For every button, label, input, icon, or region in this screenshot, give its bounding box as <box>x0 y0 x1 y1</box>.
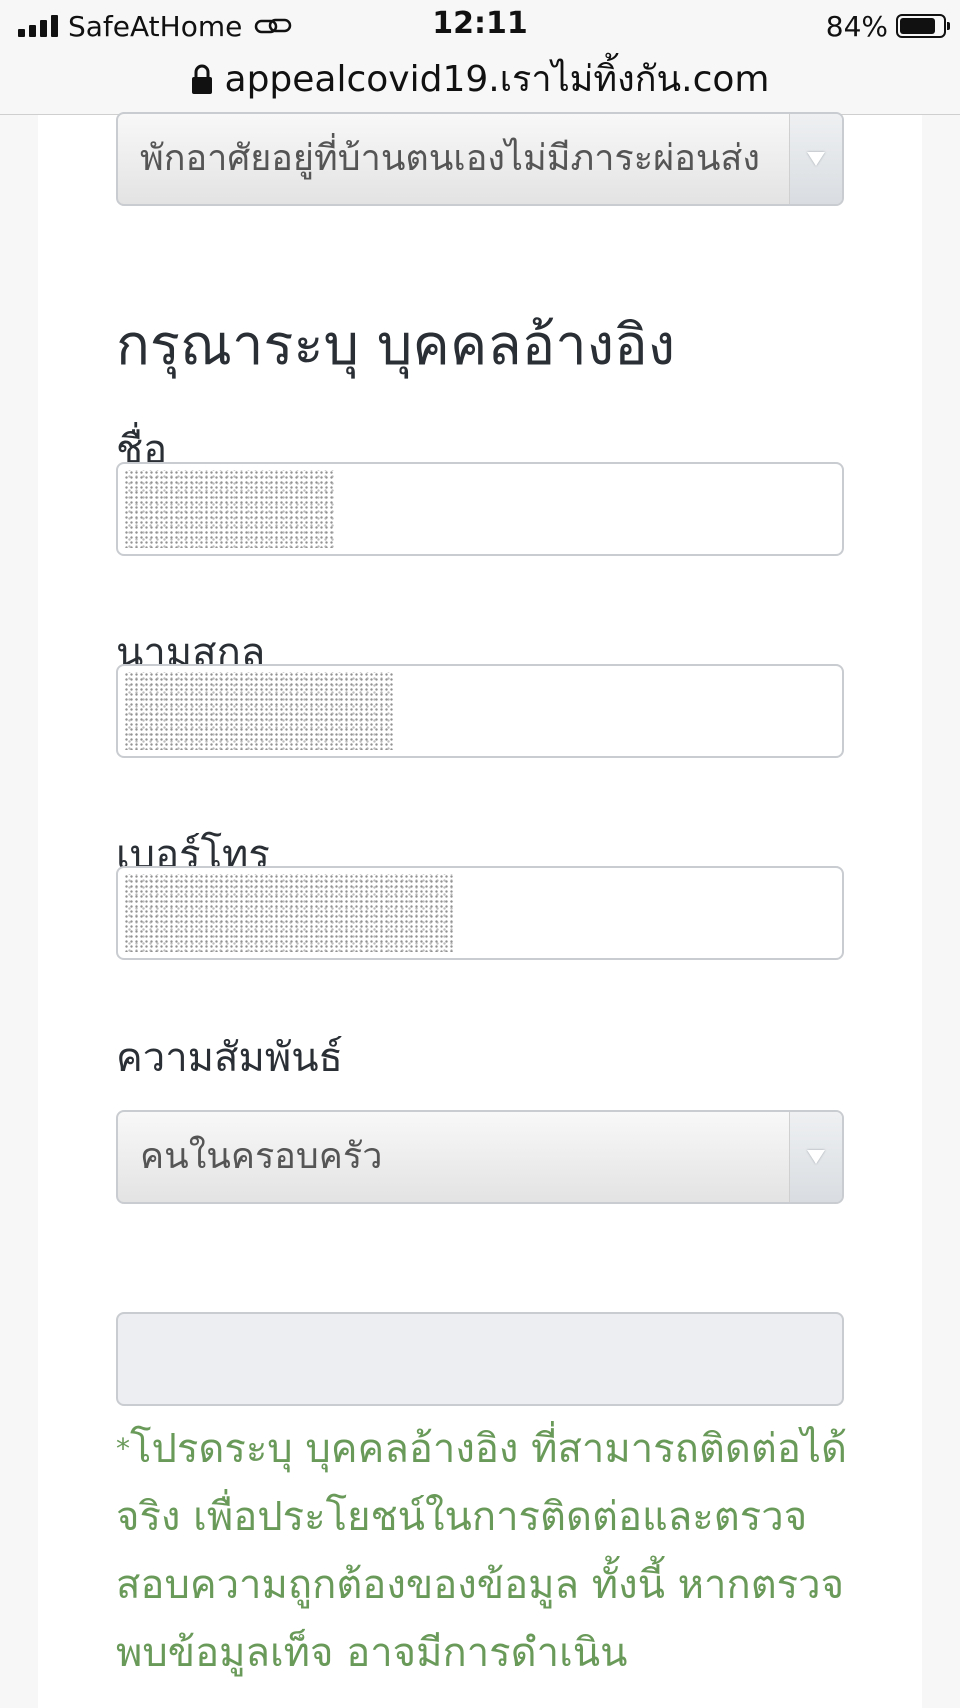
note-asterisk: * <box>116 1432 130 1465</box>
redacted-text <box>124 672 394 750</box>
reference-note: *โปรดระบุ บุคคลอ้างอิง ที่สามารถติดต่อได… <box>116 1415 856 1687</box>
lock-icon <box>191 64 212 94</box>
phone-input[interactable] <box>116 866 844 960</box>
last-name-input[interactable] <box>116 664 844 758</box>
relationship-value: คนในครอบครัว <box>140 1136 383 1177</box>
disabled-field <box>116 1312 844 1406</box>
living-status-value: พักอาศัยอยู่ที่บ้านตนเองไม่มีภาระผ่อนส่ง <box>140 138 760 179</box>
reference-heading: กรุณาระบุ บุคคลอ้างอิง <box>116 313 676 378</box>
dropdown-arrow-icon[interactable] <box>789 114 842 204</box>
battery-icon <box>896 14 950 38</box>
form-page: พักอาศัยอยู่ที่บ้านตนเองไม่มีภาระผ่อนส่ง… <box>38 112 922 1708</box>
relationship-label: ความสัมพันธ์ <box>116 1035 343 1081</box>
battery-percent: 84% <box>825 9 888 43</box>
note-text: โปรดระบุ บุคคลอ้างอิง ที่สามารถติดต่อได้… <box>116 1426 847 1676</box>
relationship-select[interactable]: คนในครอบครัว <box>116 1110 844 1204</box>
clock: 12:11 <box>432 6 528 41</box>
redacted-text <box>124 470 334 548</box>
url-bar[interactable]: appealcovid19.เราไม่ทิ้งกัน.com <box>0 50 960 107</box>
battery-fill <box>900 18 935 34</box>
redacted-text <box>124 874 454 952</box>
living-status-select[interactable]: พักอาศัยอยู่ที่บ้านตนเองไม่มีภาระผ่อนส่ง <box>116 112 844 206</box>
status-right: 84% <box>825 8 950 44</box>
dropdown-arrow-icon[interactable] <box>789 1112 842 1202</box>
status-bar: SafeAtHome 12:11 84% appealcovid19.เราไม… <box>0 0 960 115</box>
first-name-input[interactable] <box>116 462 844 556</box>
url-text: appealcovid19.เราไม่ทิ้งกัน.com <box>224 59 770 100</box>
